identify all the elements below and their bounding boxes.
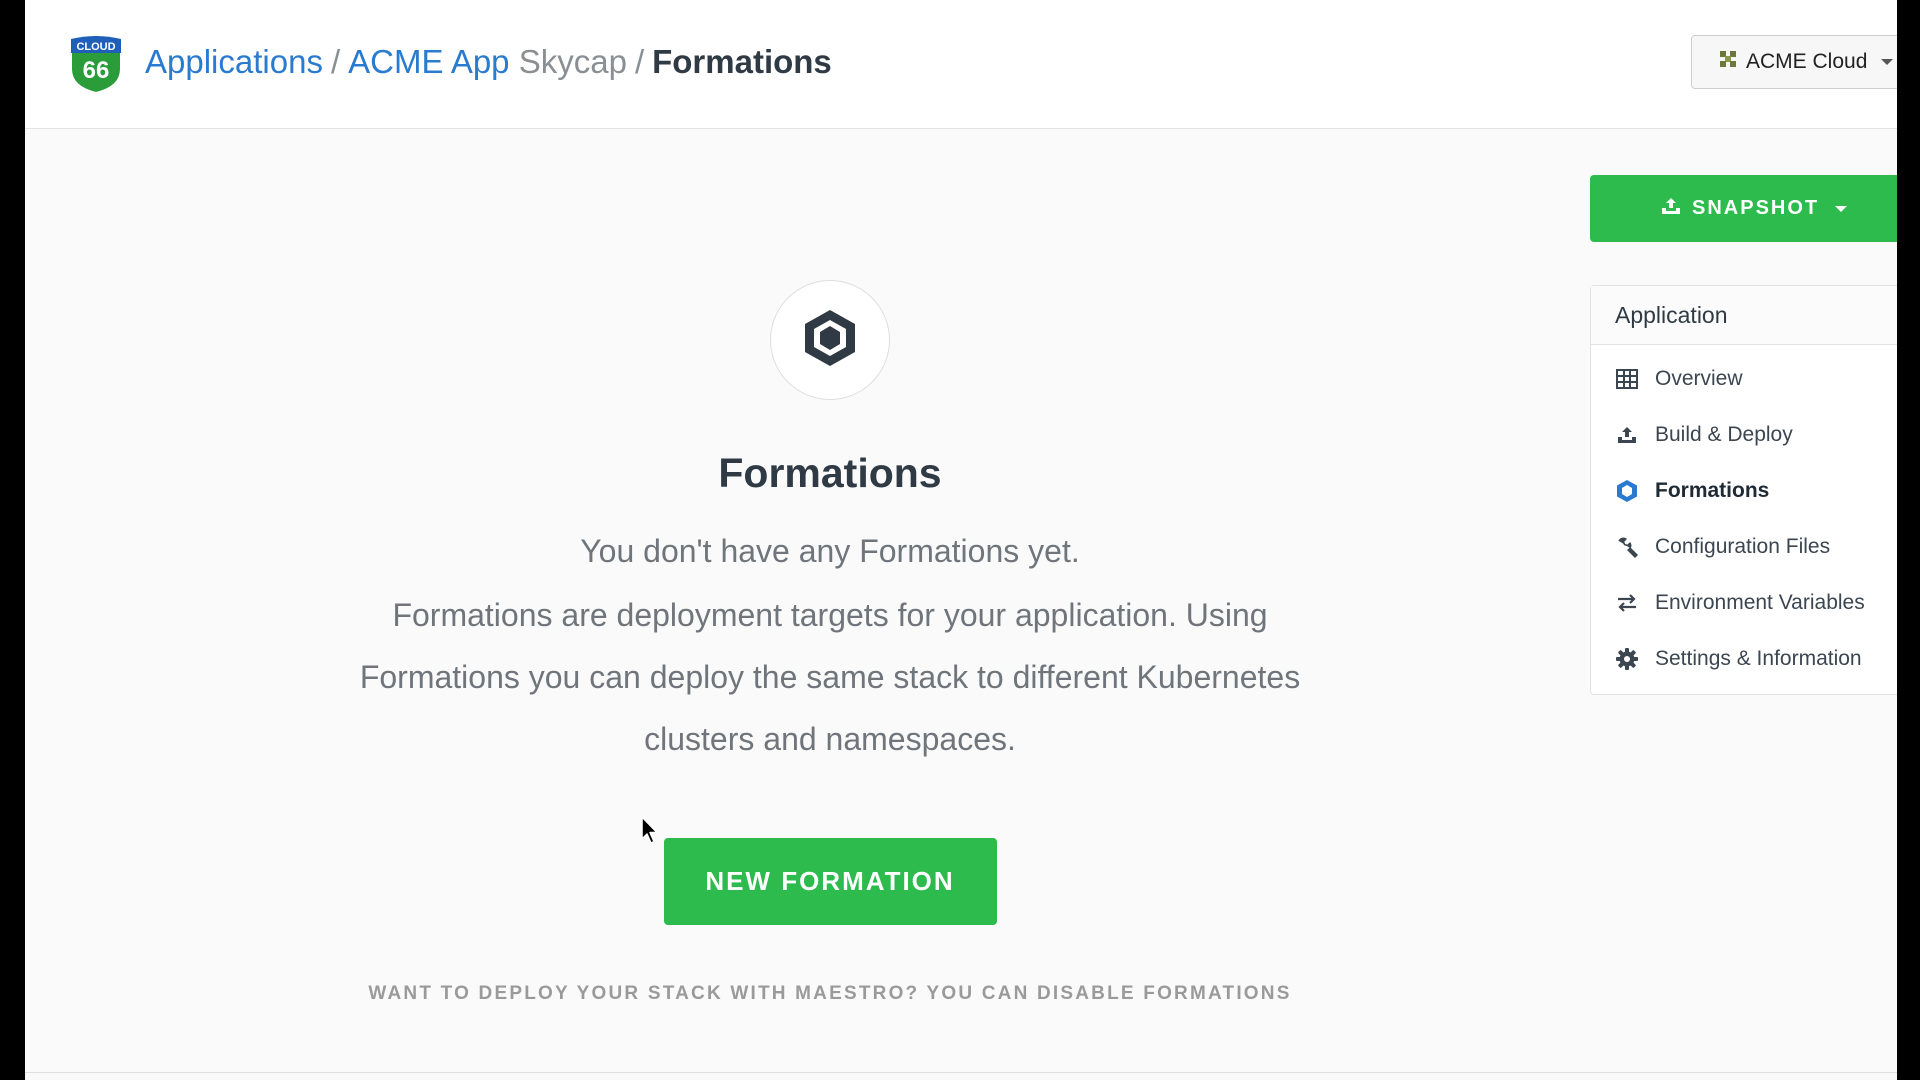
breadcrumb-product: Skycap [518,43,627,80]
breadcrumb-applications[interactable]: Applications [145,43,323,80]
snapshot-label: SNAPSHOT [1692,197,1820,219]
hexagon-icon [1615,479,1639,503]
disable-formations-link[interactable]: WANT TO DEPLOY YOUR STACK WITH MAESTRO? … [205,983,1455,1005]
sidebar-item-label: Configuration Files [1655,535,1831,558]
new-formation-button[interactable]: NEW FORMATION [663,838,997,925]
empty-state: Formations You don't have any Formations… [205,270,1455,1005]
table-icon [1615,367,1639,391]
wrench-icon [1615,535,1639,559]
empty-state-description: Formations are deployment targets for yo… [359,597,1301,757]
logo-number: 66 [83,57,110,84]
logo-top-text: CLOUD [76,41,115,53]
upload-tray-icon [1660,196,1682,222]
empty-state-title: Formations [718,450,942,496]
sidebar-item-label: Environment Variables [1655,591,1865,614]
swap-arrows-icon [1615,591,1639,615]
breadcrumb-current: Formations [652,43,832,80]
sidebar-item-overview[interactable]: Overview [1591,351,1897,407]
breadcrumb-app[interactable]: ACME App [348,43,509,80]
empty-state-message: You don't have any Formations yet. [580,533,1080,569]
org-switcher-button[interactable]: ACME Cloud [1691,35,1897,89]
sidebar-item-configuration-files[interactable]: Configuration Files [1591,519,1897,575]
sidebar-item-label: Build & Deploy [1655,423,1793,446]
breadcrumb-separator: / [330,43,341,80]
sidebar-item-build-deploy[interactable]: Build & Deploy [1591,407,1897,463]
sidebar-item-label: Overview [1655,367,1743,390]
top-bar: CLOUD 66 Applications / ACME App Skycap / Fo… [25,0,1897,129]
breadcrumb: Applications / ACME App Skycap / Formations [145,40,832,84]
org-icon [1718,49,1738,75]
application-sidebar: Application Overview Build & Deploy Form… [1590,285,1897,695]
chevron-down-icon [1835,205,1848,212]
snapshot-button[interactable]: SNAPSHOT [1590,175,1897,242]
mouse-cursor-icon [640,815,660,850]
sidebar-item-label: Formations [1655,479,1770,502]
sidebar-header: Application [1591,286,1897,345]
hexagon-icon [802,308,858,373]
org-label: ACME Cloud [1746,50,1868,73]
formations-icon-circle [770,280,890,400]
breadcrumb-separator: / [634,43,645,80]
sidebar-list: Overview Build & Deploy Formations Confi… [1591,345,1897,687]
gear-icon [1615,647,1639,671]
chevron-down-icon [1881,59,1894,65]
app-window: CLOUD 66 Applications / ACME App Skycap / Fo… [25,0,1897,1080]
sidebar-item-settings[interactable]: Settings & Information [1591,631,1897,687]
upload-tray-icon [1615,423,1639,447]
footer-divider [25,1072,1897,1073]
sidebar-item-environment-variables[interactable]: Environment Variables [1591,575,1897,631]
cloud66-logo[interactable]: CLOUD 66 [65,33,127,95]
sidebar-item-formations[interactable]: Formations [1591,463,1897,519]
sidebar-item-label: Settings & Information [1655,647,1862,670]
